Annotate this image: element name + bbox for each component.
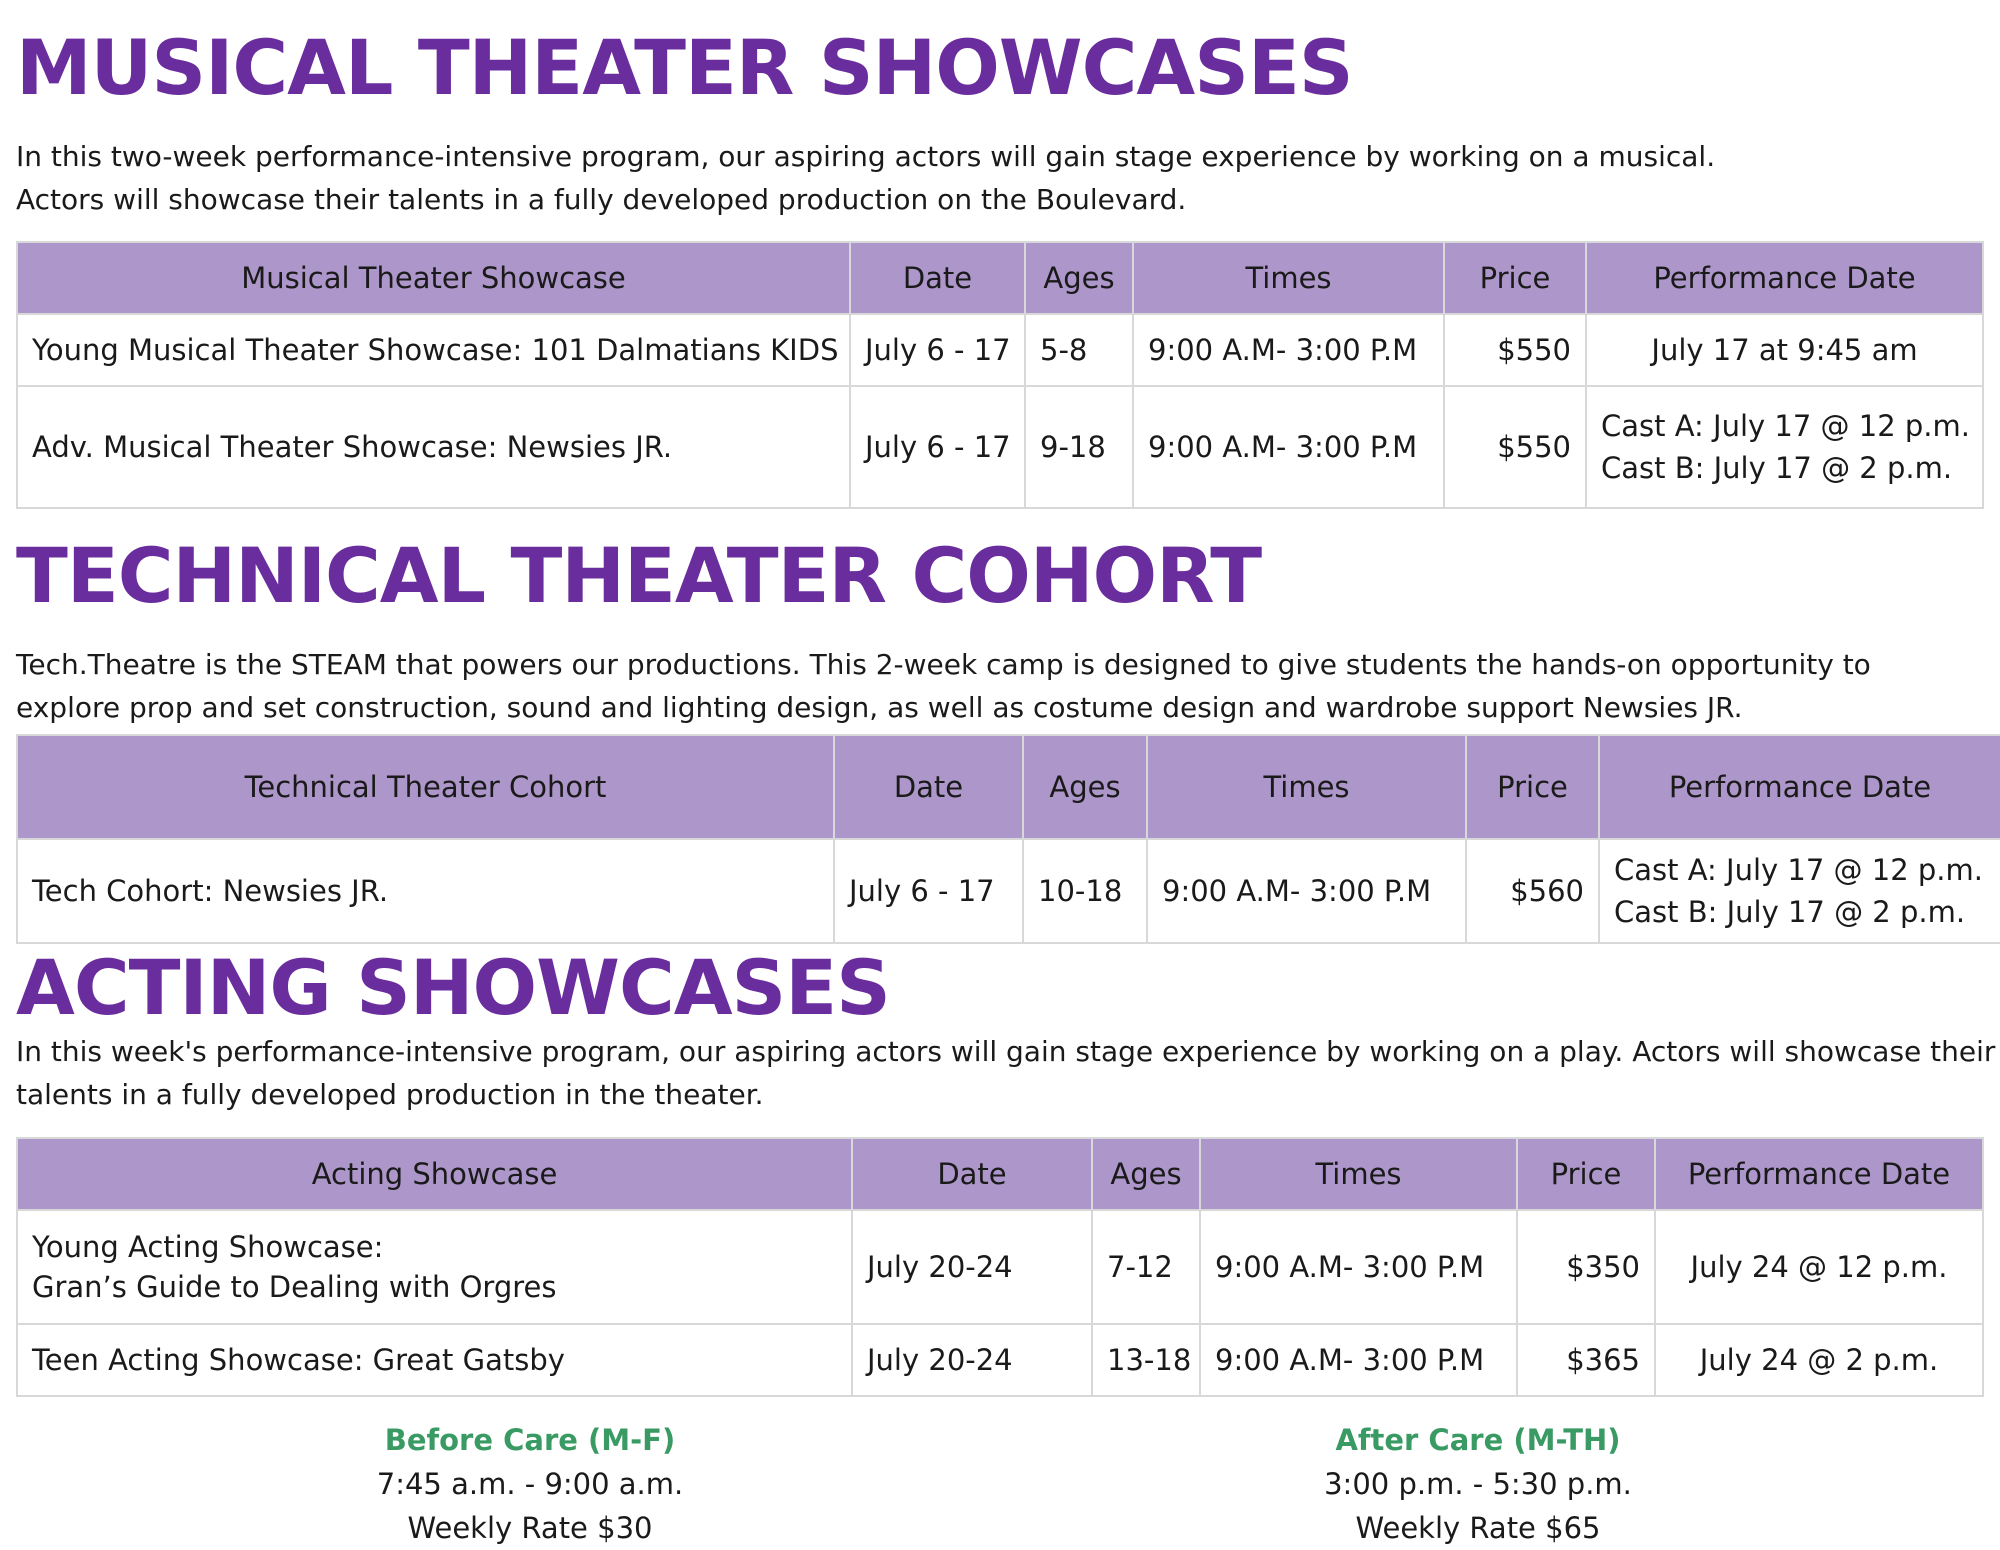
- musical-description-line-1: In this two-week performance-intensive p…: [16, 140, 1716, 173]
- program-ages: 10-18: [1022, 838, 1148, 944]
- performance-cast-b: Cast B: July 17 @ 2 p.m.: [1614, 895, 1966, 929]
- program-times: 9:00 A.M- 3:00 P.M: [1146, 838, 1467, 944]
- column-header-date: Date: [849, 241, 1026, 315]
- acting-description-line-2: talents in a fully developed production …: [16, 1078, 764, 1111]
- table-row: Tech Cohort: Newsies JR. July 6 - 17 10-…: [16, 838, 2000, 944]
- musical-heading: Musical Theater Showcases: [16, 23, 1354, 112]
- table-row: Young Acting Showcase: Gran’s Guide to D…: [16, 1209, 1984, 1325]
- before-care-rate: Weekly Rate $30: [407, 1511, 653, 1545]
- column-header-program: Acting Showcase: [16, 1137, 853, 1211]
- program-name-line-2: Gran’s Guide to Dealing with Orgres: [32, 1270, 557, 1304]
- program-ages: 13-18: [1091, 1323, 1201, 1397]
- column-header-performance-date: Performance Date: [1598, 734, 2000, 840]
- performance-cast-b: Cast B: July 17 @ 2 p.m.: [1601, 451, 1953, 485]
- column-header-performance-date: Performance Date: [1585, 241, 1984, 315]
- column-header-ages: Ages: [1091, 1137, 1201, 1211]
- program-name: Tech Cohort: Newsies JR.: [16, 838, 835, 944]
- program-name: Teen Acting Showcase: Great Gatsby: [16, 1323, 853, 1397]
- program-times: 9:00 A.M- 3:00 P.M: [1199, 1323, 1518, 1397]
- performance-date: July 24 @ 2 p.m.: [1654, 1323, 1984, 1397]
- program-times: 9:00 A.M- 3:00 P.M: [1132, 313, 1445, 387]
- column-header-times: Times: [1132, 241, 1445, 315]
- program-date: July 6 - 17: [833, 838, 1024, 944]
- table-row: Teen Acting Showcase: Great Gatsby July …: [16, 1323, 1984, 1397]
- column-header-price: Price: [1465, 734, 1600, 840]
- performance-date: July 17 at 9:45 am: [1585, 313, 1984, 387]
- program-date: July 6 - 17: [849, 313, 1026, 387]
- table-row: Young Musical Theater Showcase: 101 Dalm…: [16, 313, 1984, 387]
- column-header-ages: Ages: [1022, 734, 1148, 840]
- column-header-times: Times: [1199, 1137, 1518, 1211]
- column-header-program: Musical Theater Showcase: [16, 241, 851, 315]
- after-care-title: After Care (M-TH): [1335, 1423, 1621, 1457]
- technical-description-line-2: explore prop and set construction, sound…: [16, 691, 1743, 724]
- column-header-date: Date: [851, 1137, 1093, 1211]
- acting-description-line-1: In this week's performance-intensive pro…: [16, 1035, 1996, 1068]
- program-ages: 5-8: [1024, 313, 1134, 387]
- program-ages: 7-12: [1091, 1209, 1201, 1325]
- musical-description-line-2: Actors will showcase their talents in a …: [16, 183, 1187, 216]
- performance-cast-a: Cast A: July 17 @ 12 p.m.: [1601, 409, 1970, 443]
- program-date: July 20-24: [851, 1209, 1093, 1325]
- program-times: 9:00 A.M- 3:00 P.M: [1132, 385, 1445, 509]
- program-ages: 9-18: [1024, 385, 1134, 509]
- table-row: Adv. Musical Theater Showcase: Newsies J…: [16, 385, 1984, 509]
- column-header-price: Price: [1443, 241, 1587, 315]
- acting-heading: Acting Showcases: [16, 943, 891, 1032]
- performance-date: Cast A: July 17 @ 12 p.m. Cast B: July 1…: [1598, 838, 2000, 944]
- program-price: $350: [1516, 1209, 1656, 1325]
- column-header-program: Technical Theater Cohort: [16, 734, 835, 840]
- column-header-price: Price: [1516, 1137, 1656, 1211]
- program-name: Adv. Musical Theater Showcase: Newsies J…: [16, 385, 851, 509]
- acting-table: Acting Showcase Date Ages Times Price Pe…: [16, 1137, 1984, 1397]
- program-date: July 20-24: [851, 1323, 1093, 1397]
- program-name: Young Acting Showcase: Gran’s Guide to D…: [16, 1209, 853, 1325]
- before-care-title: Before Care (M-F): [384, 1423, 676, 1457]
- program-price: $550: [1443, 313, 1587, 387]
- after-care-block: After Care (M-TH) 3:00 p.m. - 5:30 p.m. …: [1178, 1418, 1778, 1550]
- technical-heading: Technical Theater Cohort: [16, 531, 1262, 620]
- column-header-performance-date: Performance Date: [1654, 1137, 1984, 1211]
- column-header-times: Times: [1146, 734, 1467, 840]
- performance-date: July 24 @ 12 p.m.: [1654, 1209, 1984, 1325]
- performance-cast-a: Cast A: July 17 @ 12 p.m.: [1614, 853, 1983, 887]
- program-name: Young Musical Theater Showcase: 101 Dalm…: [16, 313, 851, 387]
- program-price: $560: [1465, 838, 1600, 944]
- technical-table-header-row: Technical Theater Cohort Date Ages Times…: [16, 734, 2000, 840]
- technical-description-line-1: Tech.Theatre is the STEAM that powers ou…: [16, 648, 1871, 681]
- after-care-rate: Weekly Rate $65: [1355, 1511, 1601, 1545]
- technical-table: Technical Theater Cohort Date Ages Times…: [16, 734, 2000, 944]
- after-care-hours: 3:00 p.m. - 5:30 p.m.: [1324, 1467, 1632, 1501]
- performance-date: Cast A: July 17 @ 12 p.m. Cast B: July 1…: [1585, 385, 1984, 509]
- column-header-ages: Ages: [1024, 241, 1134, 315]
- program-name-line-1: Young Acting Showcase:: [32, 1230, 384, 1264]
- before-care-block: Before Care (M-F) 7:45 a.m. - 9:00 a.m. …: [230, 1418, 830, 1550]
- program-price: $365: [1516, 1323, 1656, 1397]
- musical-table-header-row: Musical Theater Showcase Date Ages Times…: [16, 241, 1984, 315]
- musical-table: Musical Theater Showcase Date Ages Times…: [16, 241, 1984, 509]
- column-header-date: Date: [833, 734, 1024, 840]
- acting-table-header-row: Acting Showcase Date Ages Times Price Pe…: [16, 1137, 1984, 1211]
- program-times: 9:00 A.M- 3:00 P.M: [1199, 1209, 1518, 1325]
- program-price: $550: [1443, 385, 1587, 509]
- before-care-hours: 7:45 a.m. - 9:00 a.m.: [376, 1467, 684, 1501]
- program-date: July 6 - 17: [849, 385, 1026, 509]
